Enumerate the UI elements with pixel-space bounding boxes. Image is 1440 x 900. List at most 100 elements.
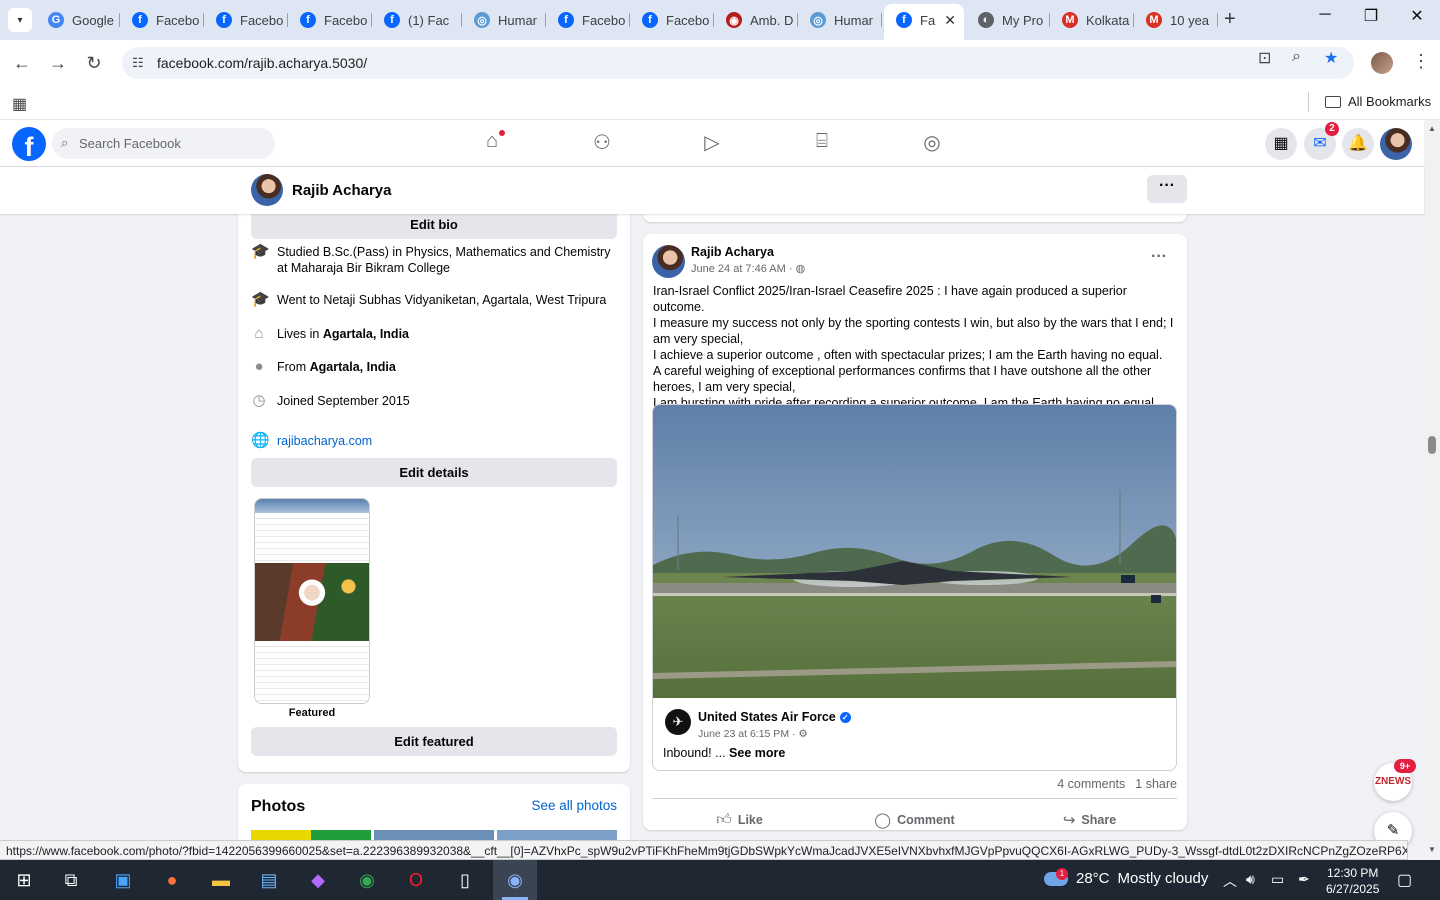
browser-tab[interactable]: f Facebo	[546, 6, 630, 34]
tab-search-button[interactable]: ▾	[8, 8, 32, 32]
marketplace-tab-icon[interactable]: ⌸	[802, 130, 842, 158]
groups-tab-icon[interactable]: ◎	[912, 130, 952, 158]
tab-label: Facebo	[582, 12, 626, 28]
facebook-logo-icon[interactable]: f	[12, 127, 46, 161]
profile-name[interactable]: Rajib Acharya	[292, 182, 392, 199]
apps-grid-icon[interactable]: ▦	[12, 94, 27, 114]
pen-icon[interactable]: ✒	[1298, 871, 1310, 888]
minimize-button[interactable]: ─	[1302, 6, 1348, 24]
browser-tab[interactable]: f Facebo	[120, 6, 204, 34]
browser-tab[interactable]: f Fa ✕	[884, 4, 964, 40]
bookmark-star-icon[interactable]: ★	[1324, 48, 1338, 68]
notifications-bell-icon[interactable]: 🔔	[1342, 128, 1374, 160]
show-hidden-icons-icon[interactable]: ︿	[1223, 871, 1237, 891]
friends-tab-icon[interactable]: ⚇	[582, 130, 622, 158]
edit-bio-button[interactable]: Edit bio	[251, 210, 617, 239]
post-options-icon[interactable]: ···	[1151, 248, 1167, 266]
shares-count[interactable]: 1 share	[1135, 777, 1177, 791]
intro-row: ◷ Joined September 2015	[251, 393, 617, 409]
browser-tab[interactable]: f Facebo	[288, 6, 372, 34]
gmail-icon: M	[1062, 12, 1078, 28]
see-all-photos-link[interactable]: See all photos	[531, 798, 617, 813]
opera-icon[interactable]: O	[402, 866, 430, 894]
browser-profile-avatar[interactable]	[1371, 52, 1393, 74]
browser-tab[interactable]: ◎ Humar	[462, 6, 546, 34]
scroll-up-arrow-icon[interactable]: ▲	[1428, 124, 1436, 133]
browser-tab[interactable]: f (1) Fac	[372, 6, 462, 34]
notification-center-icon[interactable]: ▢	[1397, 870, 1412, 890]
intro-text: Joined September 2015	[277, 393, 410, 409]
notepad-icon[interactable]: ▯	[451, 866, 479, 894]
scroll-down-arrow-icon[interactable]: ▼	[1428, 845, 1436, 854]
tab-label: (1) Fac	[408, 12, 450, 28]
new-tab-button[interactable]: +	[1224, 8, 1236, 31]
see-more-link[interactable]: See more	[729, 746, 785, 760]
shared-page-name[interactable]: United States Air Force ✓	[698, 710, 851, 724]
weather-widget[interactable]: 28°C Mostly cloudy	[1044, 870, 1208, 887]
intro-text-place[interactable]: Agartala, India	[310, 360, 396, 374]
scrollbar-thumb[interactable]	[1428, 436, 1436, 454]
search-input[interactable]	[79, 128, 269, 159]
all-bookmarks-button[interactable]: All Bookmarks	[1325, 94, 1431, 109]
temperature: 28°C	[1076, 870, 1110, 887]
task-view-icon[interactable]: ⧉	[57, 866, 85, 894]
maximize-button[interactable]: ❐	[1348, 6, 1394, 26]
browser-tab[interactable]: ◎ Humar	[798, 6, 882, 34]
system-clock[interactable]: 12:30 PM 6/27/2025	[1326, 865, 1379, 897]
browser-tab[interactable]: M Kolkata	[1050, 6, 1134, 34]
microsoft-store-icon[interactable]: ▤	[255, 866, 283, 894]
app-icon[interactable]: ▣	[109, 866, 137, 894]
post-author-avatar[interactable]	[652, 245, 685, 278]
firefox-icon[interactable]: ●	[158, 866, 186, 894]
back-button[interactable]: ←	[9, 50, 35, 76]
windows-start-icon[interactable]: ⊞	[10, 866, 38, 894]
menu-grid-button[interactable]: ▦	[1265, 128, 1297, 160]
file-explorer-icon[interactable]: ▬	[207, 866, 235, 894]
zoom-icon[interactable]: ⌕	[1292, 48, 1301, 66]
forward-button[interactable]: →	[45, 50, 71, 76]
tab-label: My Pro	[1002, 12, 1044, 28]
network-icon[interactable]: ▭	[1271, 871, 1284, 888]
edit-details-button[interactable]: Edit details	[251, 458, 617, 487]
photos-title: Photos	[251, 798, 306, 815]
home-tab-icon[interactable]: ⌂	[472, 130, 512, 158]
facebook-search[interactable]: ⌕	[52, 128, 275, 159]
profile-more-button[interactable]: ···	[1147, 175, 1187, 203]
edit-featured-button[interactable]: Edit featured	[251, 727, 617, 756]
browser-tab[interactable]: f Facebo	[204, 6, 288, 34]
url-text[interactable]: facebook.com/rajib.acharya.5030/	[157, 55, 367, 71]
intro-text-place[interactable]: Agartala, India	[323, 327, 409, 341]
volume-icon[interactable]: 🔊︎	[1246, 871, 1255, 888]
profile-avatar[interactable]	[251, 174, 283, 206]
chrome-icon[interactable]: ◉	[353, 866, 381, 894]
featured-story-thumbnail[interactable]	[254, 498, 370, 704]
comments-count[interactable]: 4 comments	[1057, 777, 1125, 791]
shared-post-timestamp[interactable]: June 23 at 6:15 PM · ⚙	[698, 728, 808, 740]
browser-tab[interactable]: M 10 yea	[1134, 6, 1218, 34]
share-button[interactable]: ↪ Share	[1002, 799, 1177, 830]
shared-post[interactable]: ✈ United States Air Force ✓ June 23 at 6:…	[652, 404, 1177, 771]
browser-tab[interactable]: f Facebo	[630, 6, 714, 34]
comment-button[interactable]: ◯ Comment	[827, 799, 1002, 830]
usaf-logo-icon[interactable]: ✈	[665, 709, 691, 735]
browser-tab[interactable]: ◉ Amb. D	[714, 6, 798, 34]
video-tab-icon[interactable]: ▷	[692, 130, 732, 158]
post-author-name[interactable]: Rajib Acharya	[691, 245, 774, 259]
site-info-icon[interactable]: ☷	[132, 55, 144, 71]
like-button[interactable]: 👍︎ Like	[652, 799, 827, 830]
website-link[interactable]: rajibacharya.com	[277, 433, 372, 449]
browser-tab[interactable]: G Google	[36, 6, 120, 34]
account-avatar[interactable]	[1380, 128, 1412, 160]
browser-tab[interactable]: ◐ My Pro	[966, 6, 1050, 34]
close-window-button[interactable]: ✕	[1394, 6, 1440, 26]
page-scrollbar[interactable]	[1424, 120, 1440, 840]
shared-post-image[interactable]	[653, 405, 1177, 698]
browser-menu-icon[interactable]: ⋮	[1412, 51, 1430, 72]
copilot-icon[interactable]: ◆	[304, 866, 332, 894]
chrome-active-icon[interactable]: ◉	[501, 866, 529, 894]
install-app-icon[interactable]: ⊡	[1258, 48, 1271, 68]
omnibox[interactable]: ☷ facebook.com/rajib.acharya.5030/	[122, 47, 1354, 79]
post-timestamp[interactable]: June 24 at 7:46 AM · ◍	[691, 262, 805, 275]
close-tab-icon[interactable]: ✕	[944, 12, 956, 29]
reload-button[interactable]: ↻	[81, 50, 107, 76]
